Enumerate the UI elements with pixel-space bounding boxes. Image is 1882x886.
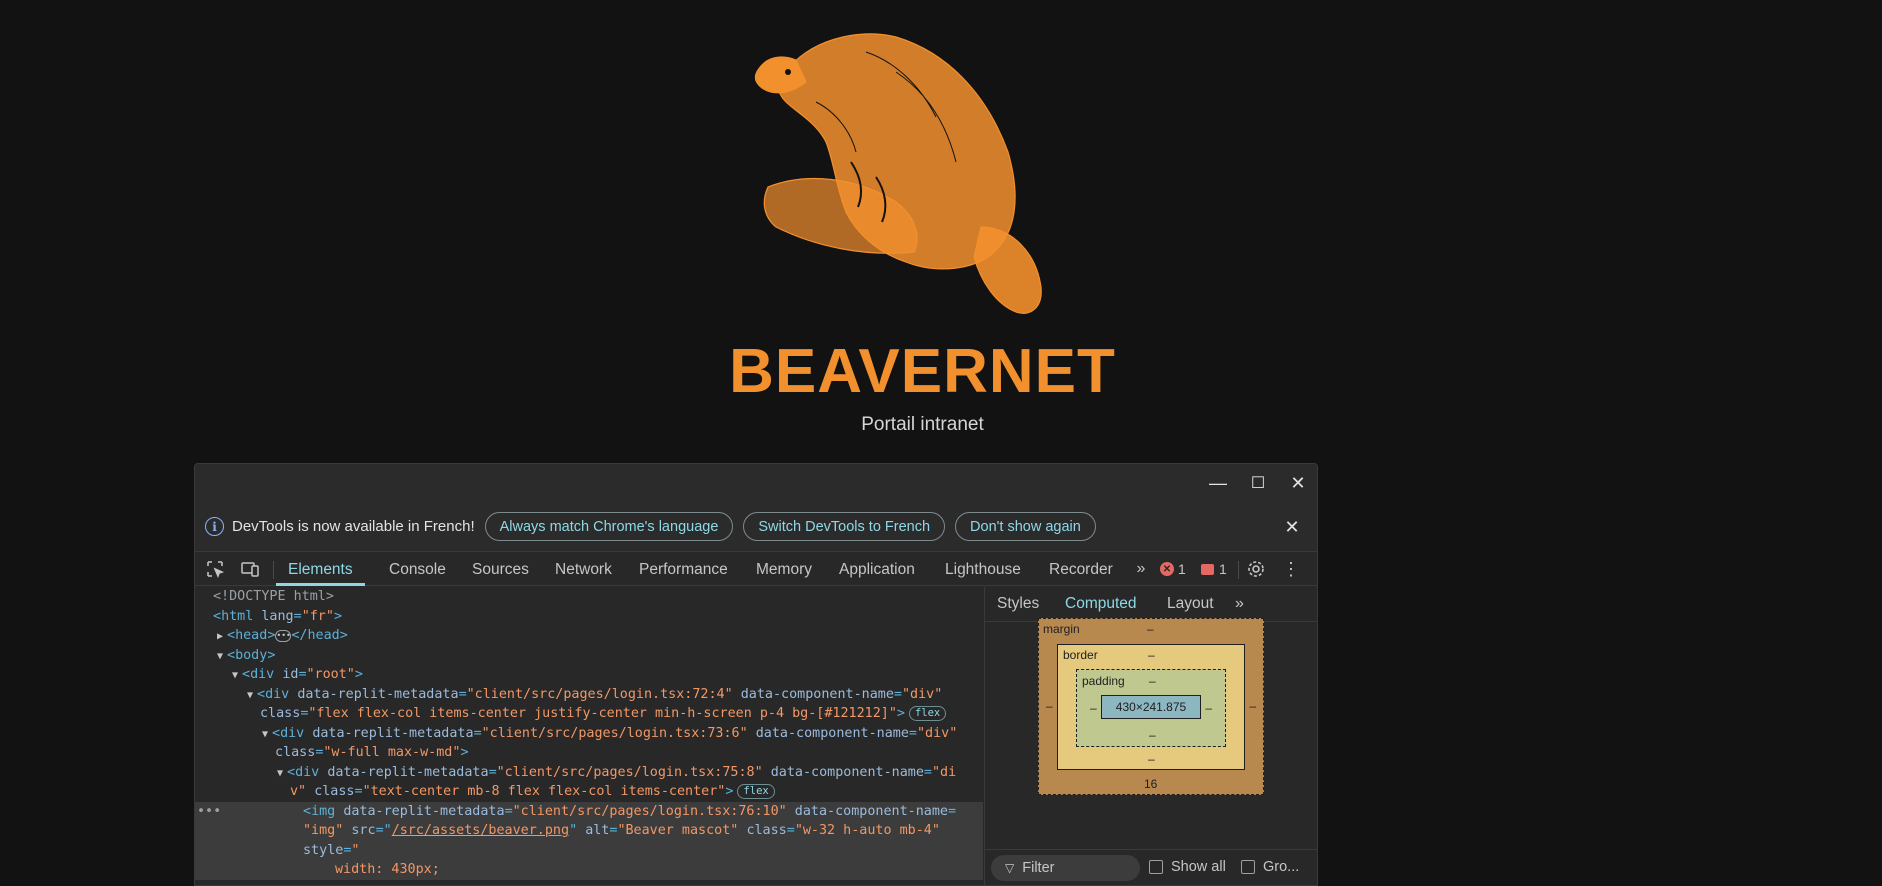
minimize-button[interactable]: — (1205, 470, 1231, 496)
box-model-content[interactable]: 430×241.875 (1101, 695, 1201, 719)
collapse-triangle-icon[interactable]: ▼ (262, 725, 272, 745)
app-title: BEAVERNET (729, 337, 1116, 406)
always-match-language-button[interactable]: Always match Chrome's language (484, 512, 734, 541)
box-model-padding[interactable]: padding – – – – 430×241.875 (1076, 669, 1226, 747)
box-model-margin[interactable]: margin – – – 16 border – – padding – – –… (1038, 618, 1264, 795)
flex-badge[interactable]: flex (908, 706, 947, 721)
computed-filter-bar: ▽ Filter Show all Gro... (985, 849, 1317, 885)
more-options-icon[interactable]: ⋮ (1279, 557, 1303, 581)
tree-div-root[interactable]: ▼ <div id="root"> (232, 665, 363, 685)
flex-badge[interactable]: flex (737, 784, 775, 799)
tab-lighthouse[interactable]: Lighthouse (933, 553, 1033, 586)
tree-doctype[interactable]: <!DOCTYPE html> (213, 587, 334, 607)
collapse-triangle-icon[interactable]: ▼ (277, 764, 287, 784)
error-icon: ✕ (1160, 562, 1174, 576)
tree-img-style-width[interactable]: width: 430px; (195, 860, 983, 880)
devtools-tabbar: Elements Console Sources Network Perform… (195, 553, 1317, 586)
tree-div-1-class[interactable]: class="flex flex-col items-center justif… (260, 704, 947, 724)
sidebar-tabs: Styles Computed Layout » (985, 587, 1317, 622)
switch-to-french-button[interactable]: Switch DevTools to French (743, 512, 946, 541)
maximize-button[interactable]: ☐ (1245, 470, 1271, 496)
tab-sources[interactable]: Sources (460, 553, 541, 586)
margin-bottom-value: 16 (1144, 777, 1158, 791)
tab-computed[interactable]: Computed (1053, 587, 1149, 622)
login-page: BEAVERNET Portail intranet — ☐ ✕ i DevTo… (0, 0, 1882, 886)
devtools-titlebar: — ☐ ✕ (195, 464, 1317, 502)
tab-console[interactable]: Console (377, 553, 458, 586)
tab-network[interactable]: Network (543, 553, 624, 586)
tree-head[interactable]: ▶ <head>•••</head> (217, 626, 348, 646)
close-window-button[interactable]: ✕ (1285, 470, 1311, 496)
tab-styles[interactable]: Styles (985, 587, 1051, 622)
checkbox-icon (1149, 860, 1163, 874)
tree-div-1[interactable]: ▼ <div data-replit-metadata="client/src/p… (247, 685, 942, 705)
show-all-checkbox[interactable]: Show all (1149, 859, 1226, 875)
checkbox-icon (1241, 860, 1255, 874)
tab-layout[interactable]: Layout (1155, 587, 1226, 622)
collapse-triangle-icon[interactable]: ▼ (217, 647, 227, 667)
dont-show-again-button[interactable]: Don't show again (955, 512, 1096, 541)
beaver-mascot-image (754, 33, 1042, 314)
filter-input[interactable]: ▽ Filter (991, 855, 1140, 881)
collapsed-ellipsis-icon[interactable]: ••• (275, 630, 292, 642)
tree-div-3[interactable]: ▼ <div data-replit-metadata="client/src/p… (277, 763, 956, 783)
settings-gear-icon[interactable] (1244, 557, 1268, 581)
group-checkbox[interactable]: Gro... (1241, 859, 1299, 875)
elements-tree: <!DOCTYPE html> <html lang="fr"> ▶ <head>… (195, 587, 983, 885)
close-infobar-icon[interactable]: ✕ (1281, 516, 1303, 538)
tree-html[interactable]: <html lang="fr"> (213, 607, 342, 627)
infobar-message: DevTools is now available in French! (232, 518, 475, 535)
tree-div-3-class[interactable]: v" class="text-center mb-8 flex flex-col… (290, 782, 775, 802)
tree-div-2[interactable]: ▼ <div data-replit-metadata="client/src/p… (262, 724, 957, 744)
more-tabs-icon[interactable]: » (1129, 557, 1153, 581)
tab-application[interactable]: Application (827, 553, 927, 586)
tree-img-src[interactable]: "img" src="/src/assets/beaver.png" alt="… (195, 821, 983, 841)
tab-memory[interactable]: Memory (744, 553, 824, 586)
tab-recorder[interactable]: Recorder (1037, 553, 1125, 586)
expand-triangle-icon[interactable]: ▶ (217, 627, 227, 647)
tab-elements[interactable]: Elements (276, 553, 365, 586)
issue-icon (1201, 563, 1214, 575)
collapse-triangle-icon[interactable]: ▼ (247, 686, 257, 706)
collapse-triangle-icon[interactable]: ▼ (232, 666, 242, 686)
image-source-link[interactable]: /src/assets/beaver.png (392, 823, 569, 838)
box-model-border[interactable]: border – – padding – – – – 430×241.875 (1057, 644, 1245, 770)
tree-div-2-class[interactable]: class="w-full max-w-md"> (275, 743, 469, 763)
info-icon: i (205, 517, 224, 536)
more-sidebar-tabs-icon[interactable]: » (1223, 587, 1256, 622)
tree-img-selected[interactable]: ••• <img data-replit-metadata="client/src… (195, 801, 983, 822)
language-infobar: i DevTools is now available in French! A… (195, 502, 1317, 552)
tree-body[interactable]: ▼ <body> (217, 646, 275, 666)
tab-performance[interactable]: Performance (627, 553, 740, 586)
devtools-window: — ☐ ✕ i DevTools is now available in Fre… (194, 463, 1318, 886)
app-subtitle: Portail intranet (861, 414, 984, 435)
inspect-element-icon[interactable] (203, 557, 227, 581)
row-actions-icon[interactable]: ••• (195, 802, 303, 822)
device-toolbar-icon[interactable] (238, 557, 262, 581)
filter-funnel-icon: ▽ (1005, 861, 1015, 875)
issue-count-badge[interactable]: 1 (1201, 561, 1227, 577)
tree-img-style[interactable]: style=" (195, 840, 983, 860)
computed-panel: Styles Computed Layout » margin – – – 16… (984, 587, 1317, 885)
error-count-badge[interactable]: ✕ 1 (1160, 561, 1186, 577)
